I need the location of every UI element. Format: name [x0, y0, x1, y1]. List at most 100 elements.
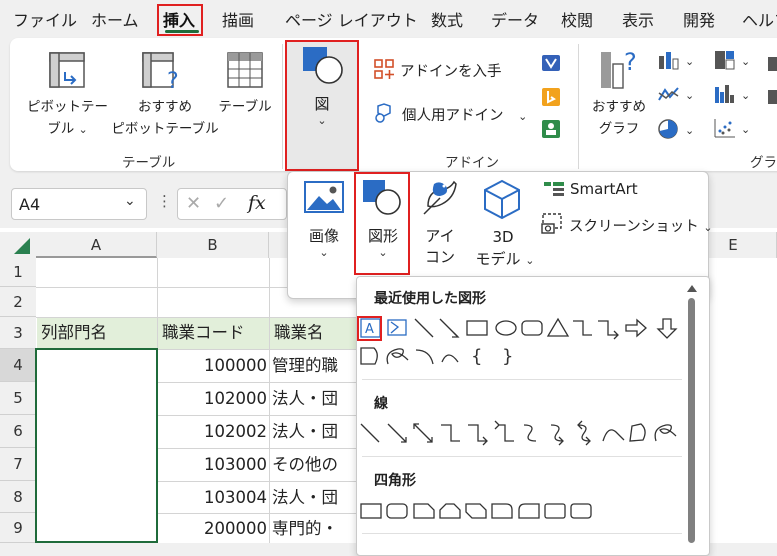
get-addins-button[interactable]: アドインを入手 — [400, 60, 502, 81]
cell-b8[interactable]: 103004 — [158, 483, 267, 512]
gallery-separator — [362, 379, 682, 380]
bing-icon[interactable] — [541, 87, 561, 107]
gridline — [157, 448, 356, 449]
insert-function-icon[interactable]: fx — [248, 192, 266, 214]
group-separator-2 — [578, 44, 579, 169]
cell-b6[interactable]: 102002 — [158, 417, 267, 446]
row-header-1[interactable]: 1 — [0, 258, 36, 287]
visio-icon[interactable] — [541, 53, 561, 73]
picture-button[interactable]: 画像 — [300, 225, 348, 246]
3d-models-icon — [481, 178, 523, 220]
gridline — [157, 481, 356, 482]
cell-c4[interactable]: 管理的職 — [272, 351, 356, 380]
cell-b3[interactable]: 職業コード — [158, 318, 269, 349]
cancel-icon[interactable]: ✕ — [186, 193, 201, 214]
tab-draw[interactable]: 描画 — [222, 7, 254, 31]
svg-text:⌄: ⌄ — [741, 55, 750, 68]
tab-page-layout[interactable]: ページ レイアウト — [285, 7, 418, 31]
column-header-a[interactable]: A — [36, 232, 157, 258]
icons-button-label-1[interactable]: アイ — [420, 225, 460, 246]
formula-buttons: ✕ ✓ fx — [177, 188, 287, 220]
3d-models-label-1[interactable]: 3D — [478, 228, 528, 246]
statistic-chart-icon[interactable]: ⌄ — [714, 84, 754, 104]
cell-c9[interactable]: 専門的・ — [272, 514, 356, 543]
3d-models-label-2[interactable]: モデル ⌄ — [470, 248, 540, 269]
tab-review[interactable]: 校閲 — [561, 7, 593, 31]
recent-shapes-row-1: A — [358, 316, 683, 340]
table-icon[interactable] — [225, 50, 265, 90]
gridline — [269, 258, 270, 543]
people-graph-icon[interactable] — [541, 119, 561, 139]
recommended-charts-label-2: グラフ — [598, 121, 640, 137]
pie-chart-icon[interactable]: ⌄ — [658, 118, 698, 140]
gallery-scrollbar[interactable] — [684, 282, 700, 543]
enter-icon[interactable]: ✓ — [214, 193, 229, 214]
name-box-value: A4 — [19, 195, 41, 214]
cell-c6[interactable]: 法人・団 — [272, 417, 356, 446]
my-addins-icon — [373, 102, 395, 124]
chevron-down-icon[interactable]: ⌄ — [124, 193, 136, 209]
row-header-5[interactable]: 5 — [0, 382, 36, 415]
column-header-b[interactable]: B — [157, 232, 269, 258]
row-header-4[interactable]: 4 — [0, 349, 36, 382]
cell-c3[interactable]: 職業名 — [270, 318, 356, 349]
group-table-label: テーブル — [122, 155, 176, 171]
rectangle-shapes-row — [358, 499, 683, 523]
lines-heading: 線 — [374, 396, 388, 412]
smartart-button[interactable]: SmartArt — [570, 180, 638, 198]
recommended-pivot-icon[interactable]: ? — [140, 50, 184, 94]
column-chart-icon[interactable]: ⌄ — [658, 50, 698, 70]
icons-button-label-2[interactable]: コン — [420, 246, 460, 267]
cell-b4[interactable]: 100000 — [158, 351, 267, 380]
icons-button-icon — [420, 178, 460, 222]
tab-formulas[interactable]: 数式 — [431, 7, 463, 31]
row-header-7[interactable]: 7 — [0, 448, 36, 481]
cell-b9[interactable]: 200000 — [158, 514, 267, 543]
row-header-9[interactable]: 9 — [0, 513, 36, 543]
selected-range-a4[interactable] — [35, 348, 158, 543]
recommended-pivot-label-1: おすすめ — [138, 99, 192, 115]
map-chart-icon[interactable] — [768, 57, 777, 71]
row-header-2[interactable]: 2 — [0, 287, 36, 317]
rectangles-heading: 四角形 — [374, 473, 416, 489]
pivot-table-button-icon[interactable] — [47, 50, 87, 90]
screenshot-button[interactable]: スクリーンショット ⌄ — [569, 215, 713, 236]
scatter-chart-icon[interactable]: ⌄ — [714, 118, 754, 138]
text-box-shape-button[interactable] — [359, 317, 381, 339]
svg-text:{: { — [471, 346, 482, 367]
pivot-table-label-2: ブル ⌄ — [47, 121, 88, 137]
group-separator-1 — [282, 44, 283, 169]
tab-home[interactable]: ホーム — [91, 7, 139, 31]
cell-c8[interactable]: 法人・団 — [272, 483, 356, 512]
select-all-corner[interactable] — [0, 232, 36, 258]
recommended-charts-icon[interactable]: ? — [598, 44, 642, 94]
row-header-8[interactable]: 8 — [0, 481, 36, 513]
tab-developer[interactable]: 開発 — [683, 7, 715, 31]
row-header-6[interactable]: 6 — [0, 415, 36, 448]
cell-c5[interactable]: 法人・団 — [272, 384, 356, 413]
line-chart-icon[interactable]: ⌄ — [658, 84, 698, 104]
tab-help[interactable]: ヘルプ — [742, 7, 777, 31]
gridline — [157, 382, 356, 383]
highlight-illustrations — [285, 40, 359, 171]
cell-a3[interactable]: 列部門名 — [37, 318, 157, 349]
tab-data[interactable]: データ — [491, 7, 539, 31]
name-box[interactable]: A4 ⌄ — [11, 188, 147, 220]
picture-chevron-icon: ⌄ — [319, 246, 329, 259]
my-addins-button[interactable]: 個人用アドイン ⌄ — [402, 104, 527, 125]
pivot-chart-icon[interactable] — [768, 90, 777, 104]
cell-c7[interactable]: その他の — [272, 450, 356, 479]
smartart-icon — [543, 180, 565, 198]
more-options-icon[interactable]: ⋮ — [157, 192, 172, 210]
cell-b7[interactable]: 103000 — [158, 450, 267, 479]
tab-view[interactable]: 表示 — [622, 7, 654, 31]
hierarchy-chart-icon[interactable]: ⌄ — [714, 50, 754, 70]
recommended-charts-label-1: おすすめ — [592, 99, 646, 115]
table-label[interactable]: テーブル — [212, 95, 278, 115]
cell-b5[interactable]: 102000 — [158, 384, 267, 413]
tab-file[interactable]: ファイル — [13, 7, 77, 31]
svg-text:⌄: ⌄ — [685, 55, 694, 68]
row-header-3[interactable]: 3 — [0, 317, 36, 349]
recent-shapes-row-2: { } — [358, 344, 528, 368]
highlight-shapes-button — [354, 172, 410, 275]
